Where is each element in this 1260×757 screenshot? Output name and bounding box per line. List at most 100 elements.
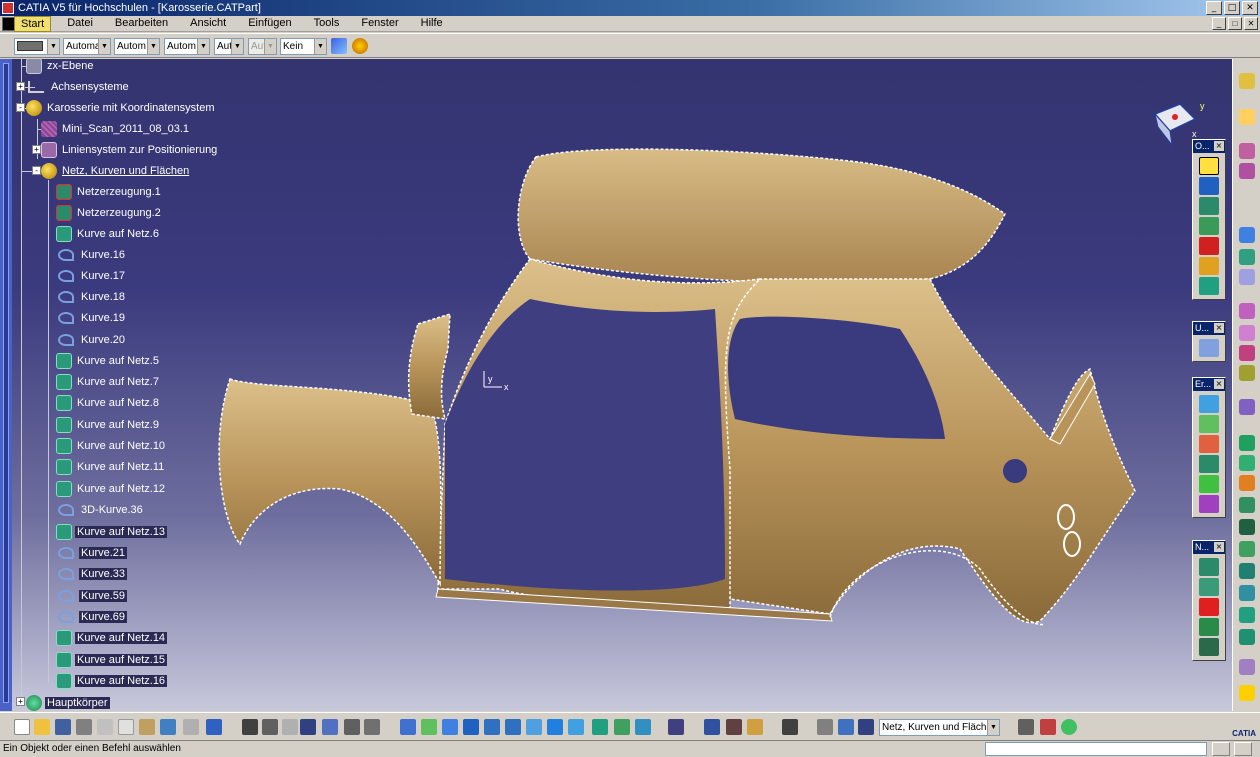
roof-panel[interactable]: [517, 148, 1006, 284]
car-body-model[interactable]: x y: [200, 139, 1150, 659]
polyline-icon[interactable]: [1199, 495, 1219, 513]
tool-icon[interactable]: [1239, 475, 1255, 491]
scan-workbench-icon[interactable]: [858, 719, 874, 735]
tree-item[interactable]: Kurve auf Netz.11: [56, 458, 166, 476]
mesh-tool-icon[interactable]: [1199, 177, 1219, 195]
tree-item-mesh-curves-surfaces[interactable]: Netz, Kurven und Flächen: [41, 162, 191, 180]
color-combo[interactable]: ▼: [14, 38, 60, 55]
scan-tool-icon[interactable]: [1239, 303, 1255, 319]
network-icon[interactable]: [1199, 475, 1219, 493]
copy-icon[interactable]: [118, 719, 134, 735]
render-icon[interactable]: [668, 719, 684, 735]
zoom-out-icon[interactable]: [505, 719, 521, 735]
table-icon[interactable]: [300, 719, 316, 735]
tree-item[interactable]: Kurve auf Netz.13: [56, 523, 168, 541]
tree-scrollbar[interactable]: [0, 59, 12, 711]
pan-icon[interactable]: [442, 719, 458, 735]
3d-viewport[interactable]: + - + - + zx-Ebene Achsensysteme Karosse…: [0, 59, 1232, 711]
align-icon[interactable]: [1239, 345, 1255, 361]
select-arrow-icon[interactable]: [1239, 109, 1255, 125]
wireframe-icon[interactable]: [1239, 269, 1255, 285]
scrollbar-thumb[interactable]: [3, 63, 9, 703]
tree-item[interactable]: Kurve auf Netz.15: [56, 651, 168, 669]
curve-edit-icon[interactable]: [1199, 435, 1219, 453]
tree-item-mini-scan[interactable]: Mini_Scan_2011_08_03.1: [41, 120, 191, 138]
tool-icon[interactable]: [1239, 585, 1255, 601]
material-icon[interactable]: [747, 719, 763, 735]
menu-datei[interactable]: Datei: [61, 16, 99, 32]
tree-item-line-system[interactable]: Liniensystem zur Positionierung: [41, 141, 219, 159]
cloud-export-icon[interactable]: [1239, 163, 1255, 179]
menu-bearbeiten[interactable]: Bearbeiten: [109, 16, 174, 32]
measure-icon[interactable]: [704, 719, 720, 735]
open-folder-icon[interactable]: [34, 719, 50, 735]
workbench-switch-icon[interactable]: [817, 719, 833, 735]
update-icon[interactable]: [364, 719, 380, 735]
shading-icon[interactable]: [592, 719, 608, 735]
menu-einfuegen[interactable]: Einfügen: [242, 16, 297, 32]
point-symbol-combo[interactable]: Aut ▼: [214, 38, 244, 55]
doc-minimize-button[interactable]: _: [1212, 17, 1226, 30]
magnet-icon[interactable]: [1199, 157, 1219, 175]
tree-expand-toggle[interactable]: +: [16, 697, 25, 706]
surface-tool-icon[interactable]: [1239, 249, 1255, 265]
fit-all-icon[interactable]: [421, 719, 437, 735]
tree-item[interactable]: Netzerzeugung.1: [56, 183, 163, 201]
tree-item[interactable]: Kurve.19: [56, 309, 127, 327]
comment-icon[interactable]: [262, 719, 278, 735]
tree-item[interactable]: Kurve.59: [56, 587, 128, 605]
tree-collapse-toggle[interactable]: -: [32, 166, 41, 175]
camera-icon[interactable]: [782, 719, 798, 735]
sketch-icon[interactable]: [1239, 73, 1255, 89]
mesh-tool-icon[interactable]: [1239, 435, 1255, 451]
doc-restore-button[interactable]: □: [1228, 17, 1242, 30]
tree-item-axis-systems[interactable]: Achsensysteme: [26, 78, 131, 96]
sketch-tool-icon[interactable]: [1018, 719, 1034, 735]
tree-item[interactable]: 3D-Kurve.36: [56, 501, 145, 519]
tree-item[interactable]: Kurve auf Netz.8: [56, 394, 161, 412]
mesh-edit-icon[interactable]: [1199, 197, 1219, 215]
workbench-combo[interactable]: Netz, Kurven und Flächen ▼: [879, 719, 1000, 736]
format-painter-icon[interactable]: [331, 38, 347, 54]
print-icon[interactable]: [76, 719, 92, 735]
inertia-icon[interactable]: [726, 719, 742, 735]
close-icon[interactable]: ×: [1214, 379, 1224, 389]
tree-item-karosserie-set[interactable]: Karosserie mit Koordinatensystem: [26, 99, 217, 117]
menu-start[interactable]: Start: [14, 16, 52, 32]
tree-item[interactable]: Kurve.69: [56, 608, 128, 626]
swap-visible-icon[interactable]: [635, 719, 651, 735]
knowledge-icon[interactable]: [282, 719, 298, 735]
tree-item[interactable]: Kurve.16: [56, 246, 127, 264]
scan-edit-icon[interactable]: [1239, 325, 1255, 341]
database-icon[interactable]: [1061, 719, 1077, 735]
zoom-in-icon[interactable]: [484, 719, 500, 735]
paste-icon[interactable]: [139, 719, 155, 735]
tool-icon[interactable]: [1239, 607, 1255, 623]
front-fender[interactable]: [218, 378, 442, 587]
mesh-cleaner-icon[interactable]: [1199, 578, 1219, 596]
catalog-icon[interactable]: [344, 719, 360, 735]
tree-item[interactable]: Kurve.21: [56, 544, 128, 562]
undo-icon[interactable]: [160, 719, 176, 735]
mesh-merge-icon[interactable]: [1199, 618, 1219, 636]
tools-icon[interactable]: [1040, 719, 1056, 735]
tool-icon[interactable]: [1239, 659, 1255, 675]
mesh-decimate-icon[interactable]: [1199, 638, 1219, 656]
tree-expand-toggle[interactable]: +: [16, 82, 25, 91]
tree-item[interactable]: Kurve auf Netz.6: [56, 225, 161, 243]
remove-icon[interactable]: [1199, 598, 1219, 616]
mesh-icon[interactable]: [1199, 558, 1219, 576]
redo-icon[interactable]: [183, 719, 199, 735]
tree-item-main-body[interactable]: Hauptkörper: [26, 694, 110, 711]
transparency-combo[interactable]: Automa ▼: [63, 38, 111, 55]
tool-icon[interactable]: [1239, 629, 1255, 645]
normal-view-icon[interactable]: [526, 719, 542, 735]
measure-icon[interactable]: [1239, 365, 1255, 381]
rotate-icon[interactable]: [463, 719, 479, 735]
tree-item[interactable]: Kurve auf Netz.12: [56, 480, 167, 498]
new-file-icon[interactable]: [14, 719, 30, 735]
line-type-combo[interactable]: Autom ▼: [164, 38, 210, 55]
close-icon[interactable]: ×: [1214, 141, 1224, 151]
curve-creation-icon[interactable]: [1199, 395, 1219, 413]
tool-icon[interactable]: [1239, 541, 1255, 557]
